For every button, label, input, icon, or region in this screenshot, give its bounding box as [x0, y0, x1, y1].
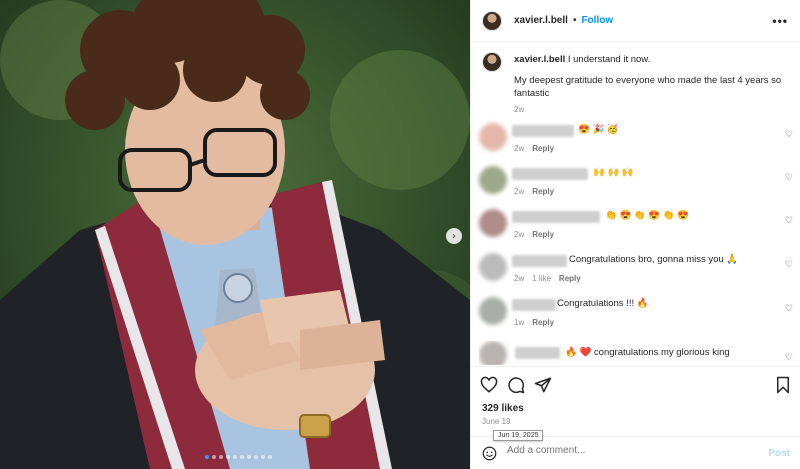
- reply-button[interactable]: Reply: [532, 187, 554, 196]
- date-tooltip: Jun 19, 2025: [493, 430, 544, 441]
- comment-time: 2w: [514, 144, 525, 153]
- heart-icon[interactable]: [480, 376, 498, 394]
- post-header: xavier.l.bell • Follow •••: [471, 0, 800, 42]
- bookmark-icon[interactable]: [774, 376, 792, 394]
- comment-text: 🙌 🙌 🙌: [593, 167, 634, 178]
- comment-text: 😍 🎉 🥳: [578, 124, 619, 135]
- comment-item: 👏 😍 👏 😍 👏 😍 2w Reply ♡: [479, 209, 797, 249]
- comment-text: Congratulations bro, gonna miss you 🙏: [569, 254, 739, 265]
- comment-like-icon[interactable]: ♡: [785, 352, 793, 363]
- commenter-username-blurred[interactable]: [512, 255, 567, 267]
- author-username[interactable]: xavier.l.bell: [514, 15, 568, 26]
- author-avatar[interactable]: [482, 10, 502, 31]
- commenter-username-blurred[interactable]: [512, 211, 600, 223]
- chevron-right-icon: ›: [452, 230, 456, 242]
- carousel-dot: [240, 455, 244, 459]
- carousel-dot: [261, 455, 265, 459]
- comment-item: Congratulations bro, gonna miss you 🙏 2w…: [479, 253, 797, 293]
- commenter-username-blurred[interactable]: [512, 299, 556, 311]
- comment-meta: 1w Reply: [514, 318, 562, 327]
- reply-button[interactable]: Reply: [532, 144, 554, 153]
- comment-meta: 2w 1 like Reply: [514, 274, 589, 283]
- post-side-panel: xavier.l.bell • Follow ••• xavier.l.bell…: [470, 0, 800, 469]
- reply-button[interactable]: Reply: [532, 318, 554, 327]
- carousel-dot: [233, 455, 237, 459]
- comment-meta: 2w Reply: [514, 230, 562, 239]
- carousel-dot: [226, 455, 230, 459]
- commenter-username-blurred[interactable]: [515, 347, 560, 359]
- comment-text: Congratulations !!! 🔥: [557, 298, 649, 309]
- emoji-icon[interactable]: [482, 446, 497, 461]
- comment-like-icon[interactable]: ♡: [785, 172, 793, 183]
- commenter-avatar[interactable]: [479, 209, 507, 237]
- reply-button[interactable]: Reply: [532, 230, 554, 239]
- comment-time: 2w: [514, 187, 525, 196]
- comment-text: 👏 😍 👏 😍 👏 😍: [605, 210, 690, 221]
- comment-item: 🔥 ❤️ congratulations my glorious king ♡: [479, 341, 797, 365]
- action-bar: [471, 366, 800, 400]
- comment-icon[interactable]: [507, 376, 525, 394]
- commenter-username-blurred[interactable]: [512, 168, 588, 180]
- carousel-dot: [268, 455, 272, 459]
- graduate-photo: [0, 0, 470, 469]
- header-separator: •: [572, 15, 577, 26]
- comment-like-icon[interactable]: ♡: [785, 303, 793, 314]
- add-comment-input[interactable]: [507, 445, 757, 456]
- caption-time: 2w: [514, 105, 525, 114]
- post-comment-button[interactable]: Post: [768, 448, 790, 459]
- commenter-username-blurred[interactable]: [512, 125, 574, 137]
- caption-line-1: I understand it now.: [567, 54, 651, 65]
- carousel-indicator: [205, 455, 272, 459]
- share-icon[interactable]: [534, 376, 552, 394]
- likes-count[interactable]: 329 likes: [482, 403, 524, 414]
- comment-like-icon[interactable]: ♡: [785, 129, 793, 140]
- follow-button[interactable]: Follow: [581, 15, 613, 26]
- comment-meta: 2w Reply: [514, 187, 562, 196]
- comment-like-icon[interactable]: ♡: [785, 259, 793, 270]
- caption-avatar[interactable]: [482, 52, 502, 72]
- reply-button[interactable]: Reply: [559, 274, 581, 283]
- comment-like-icon[interactable]: ♡: [785, 215, 793, 226]
- comment-item: 😍 🎉 🥳 2w Reply ♡: [479, 123, 797, 163]
- comment-item: 🙌 🙌 🙌 2w Reply ♡: [479, 166, 797, 206]
- carousel-dot: [247, 455, 251, 459]
- comment-item: Congratulations !!! 🔥 1w Reply ♡: [479, 297, 797, 337]
- comment-time: 2w: [514, 274, 525, 283]
- post-date[interactable]: June 19: [482, 417, 510, 426]
- carousel-dot: [205, 455, 209, 459]
- comment-meta: 2w Reply: [514, 144, 562, 153]
- comment-likes[interactable]: 1 like: [532, 274, 551, 283]
- carousel-next-button[interactable]: ›: [446, 228, 462, 244]
- comment-text: 🔥 ❤️ congratulations my glorious king: [565, 347, 730, 358]
- more-options-icon[interactable]: •••: [772, 14, 788, 28]
- caption-line-2: My deepest gratitude to everyone who mad…: [514, 75, 782, 99]
- carousel-dot: [254, 455, 258, 459]
- commenter-avatar[interactable]: [479, 123, 507, 151]
- comment-time: 2w: [514, 230, 525, 239]
- commenter-avatar[interactable]: [479, 297, 507, 325]
- caption-username[interactable]: xavier.l.bell: [514, 54, 565, 65]
- commenter-avatar[interactable]: [479, 253, 507, 281]
- post-image[interactable]: ›: [0, 0, 470, 469]
- carousel-dot: [219, 455, 223, 459]
- commenter-avatar[interactable]: [479, 341, 507, 365]
- carousel-dot: [212, 455, 216, 459]
- caption-text: xavier.l.bell I understand it now. My de…: [514, 53, 784, 100]
- comment-time: 1w: [514, 318, 525, 327]
- commenter-avatar[interactable]: [479, 166, 507, 194]
